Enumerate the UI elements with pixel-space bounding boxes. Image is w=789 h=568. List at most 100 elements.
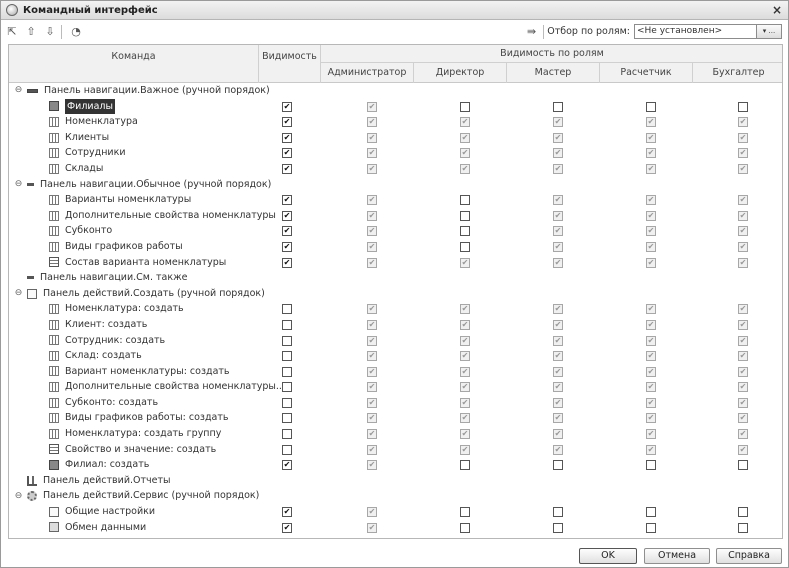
expand-toggle-icon[interactable]: ⊖ — [14, 179, 23, 189]
role-visibility-checkbox[interactable]: ✔ — [367, 335, 377, 346]
role-visibility-checkbox[interactable]: ✔ — [553, 444, 563, 455]
role-visibility-checkbox[interactable]: ✔ — [367, 257, 377, 268]
command-row[interactable]: Свойство и значение: создать ✔ ✔ ✔ ✔ ✔ — [9, 442, 782, 458]
role-visibility-checkbox[interactable]: ✔ — [738, 366, 748, 377]
settings-icon[interactable]: ◔ — [68, 24, 84, 40]
command-row[interactable]: Сотрудник: создать ✔ ✔ ✔ ✔ ✔ — [9, 333, 782, 349]
role-visibility-checkbox[interactable] — [460, 195, 470, 206]
role-visibility-checkbox[interactable]: ✔ — [460, 319, 470, 330]
visibility-checkbox[interactable]: ✔ — [282, 460, 292, 471]
role-visibility-checkbox[interactable]: ✔ — [646, 335, 656, 346]
role-visibility-checkbox[interactable]: ✔ — [553, 241, 563, 252]
role-visibility-checkbox[interactable]: ✔ — [646, 429, 656, 440]
role-visibility-checkbox[interactable]: ✔ — [738, 382, 748, 393]
role-visibility-checkbox[interactable]: ✔ — [738, 241, 748, 252]
role-visibility-checkbox[interactable]: ✔ — [646, 226, 656, 237]
role-visibility-checkbox[interactable]: ✔ — [646, 366, 656, 377]
expand-toggle-icon[interactable]: ⊖ — [14, 491, 23, 501]
group-row[interactable]: ⊖ Панель навигации.Важное (ручной порядок… — [9, 83, 782, 99]
role-visibility-checkbox[interactable]: ✔ — [738, 413, 748, 424]
role-visibility-checkbox[interactable]: ✔ — [738, 429, 748, 440]
role-visibility-checkbox[interactable] — [460, 460, 470, 471]
close-icon[interactable]: × — [772, 3, 782, 17]
role-visibility-checkbox[interactable]: ✔ — [553, 132, 563, 143]
role-visibility-checkbox[interactable] — [738, 460, 748, 471]
ok-button[interactable]: OK — [579, 548, 637, 564]
visibility-checkbox[interactable] — [282, 351, 292, 362]
role-visibility-checkbox[interactable]: ✔ — [738, 319, 748, 330]
role-visibility-checkbox[interactable] — [460, 101, 470, 112]
visibility-checkbox[interactable] — [282, 444, 292, 455]
role-visibility-checkbox[interactable]: ✔ — [738, 304, 748, 315]
role-visibility-checkbox[interactable] — [646, 522, 656, 533]
role-visibility-checkbox[interactable]: ✔ — [646, 132, 656, 143]
command-row[interactable]: Склад: создать ✔ ✔ ✔ ✔ ✔ — [9, 348, 782, 364]
role-visibility-checkbox[interactable] — [646, 101, 656, 112]
group-row[interactable]: Панель навигации.См. также — [9, 270, 782, 286]
command-row[interactable]: Общие настройки ✔ ✔ — [9, 504, 782, 520]
expand-toggle-icon[interactable] — [14, 476, 23, 485]
visibility-checkbox[interactable] — [282, 319, 292, 330]
role-visibility-checkbox[interactable]: ✔ — [646, 241, 656, 252]
role-filter-dropdown-button[interactable]: ▾ ... — [756, 24, 782, 39]
role-visibility-checkbox[interactable]: ✔ — [367, 397, 377, 408]
role-visibility-checkbox[interactable]: ✔ — [646, 304, 656, 315]
command-row[interactable]: Клиент: создать ✔ ✔ ✔ ✔ ✔ — [9, 317, 782, 333]
role-visibility-checkbox[interactable]: ✔ — [553, 319, 563, 330]
command-row[interactable]: Филиал: создать ✔ ✔ — [9, 457, 782, 473]
visibility-checkbox[interactable] — [282, 429, 292, 440]
role-filter-select[interactable]: <Не установлен> ▾ ... — [634, 24, 782, 39]
role-visibility-checkbox[interactable]: ✔ — [553, 429, 563, 440]
visibility-checkbox[interactable]: ✔ — [282, 163, 292, 174]
role-visibility-checkbox[interactable]: ✔ — [553, 195, 563, 206]
command-row[interactable]: Вариант номенклатуры: создать ✔ ✔ ✔ ✔ ✔ — [9, 364, 782, 380]
role-visibility-checkbox[interactable]: ✔ — [553, 257, 563, 268]
role-visibility-checkbox[interactable]: ✔ — [553, 117, 563, 128]
role-visibility-checkbox[interactable] — [460, 507, 470, 518]
visibility-checkbox[interactable] — [282, 413, 292, 424]
column-role-administrator[interactable]: Администратор — [321, 63, 414, 83]
role-visibility-checkbox[interactable] — [460, 210, 470, 221]
role-visibility-checkbox[interactable]: ✔ — [367, 132, 377, 143]
expand-toggle-icon[interactable]: ⊖ — [14, 86, 23, 95]
move-up-icon[interactable]: ⇧ — [23, 24, 39, 40]
visibility-checkbox[interactable]: ✔ — [282, 101, 292, 112]
command-row[interactable]: Сотрудники ✔ ✔ ✔ ✔ ✔ ✔ — [9, 145, 782, 161]
command-row[interactable]: Филиалы ✔ ✔ — [9, 98, 782, 115]
command-row[interactable]: Дополнительные свойства номенклатуры... ✔… — [9, 379, 782, 395]
visibility-checkbox[interactable] — [282, 304, 292, 315]
visibility-checkbox[interactable]: ✔ — [282, 195, 292, 206]
role-visibility-checkbox[interactable]: ✔ — [553, 163, 563, 174]
visibility-checkbox[interactable]: ✔ — [282, 117, 292, 128]
role-visibility-checkbox[interactable] — [553, 101, 563, 112]
role-visibility-checkbox[interactable]: ✔ — [460, 257, 470, 268]
role-visibility-checkbox[interactable]: ✔ — [553, 304, 563, 315]
role-visibility-checkbox[interactable]: ✔ — [460, 429, 470, 440]
role-visibility-checkbox[interactable]: ✔ — [738, 117, 748, 128]
visibility-checkbox[interactable]: ✔ — [282, 210, 292, 221]
visibility-checkbox[interactable] — [282, 335, 292, 346]
command-row[interactable]: Варианты номенклатуры ✔ ✔ ✔ ✔ ✔ — [9, 192, 782, 208]
role-visibility-checkbox[interactable]: ✔ — [460, 397, 470, 408]
command-row[interactable]: Обмен данными ✔ ✔ — [9, 520, 782, 536]
role-visibility-checkbox[interactable] — [738, 507, 748, 518]
role-visibility-checkbox[interactable] — [646, 507, 656, 518]
role-visibility-checkbox[interactable]: ✔ — [646, 257, 656, 268]
cancel-button[interactable]: Отмена — [644, 548, 710, 564]
role-visibility-checkbox[interactable]: ✔ — [738, 397, 748, 408]
command-row[interactable]: Виды графиков работы ✔ ✔ ✔ ✔ ✔ — [9, 239, 782, 255]
role-visibility-checkbox[interactable]: ✔ — [367, 241, 377, 252]
role-visibility-checkbox[interactable]: ✔ — [367, 429, 377, 440]
role-visibility-checkbox[interactable] — [553, 460, 563, 471]
role-visibility-checkbox[interactable]: ✔ — [646, 382, 656, 393]
role-visibility-checkbox[interactable]: ✔ — [367, 210, 377, 221]
group-row[interactable]: Панель действий.Отчеты — [9, 473, 782, 489]
column-role-bookkeeper[interactable]: Бухгалтер — [693, 63, 782, 83]
role-visibility-checkbox[interactable]: ✔ — [646, 148, 656, 159]
role-visibility-checkbox[interactable]: ✔ — [460, 366, 470, 377]
role-visibility-checkbox[interactable]: ✔ — [738, 335, 748, 346]
role-visibility-checkbox[interactable]: ✔ — [738, 195, 748, 206]
expand-toggle-icon[interactable] — [14, 273, 23, 282]
role-visibility-checkbox[interactable]: ✔ — [367, 460, 377, 471]
role-visibility-checkbox[interactable]: ✔ — [738, 163, 748, 174]
